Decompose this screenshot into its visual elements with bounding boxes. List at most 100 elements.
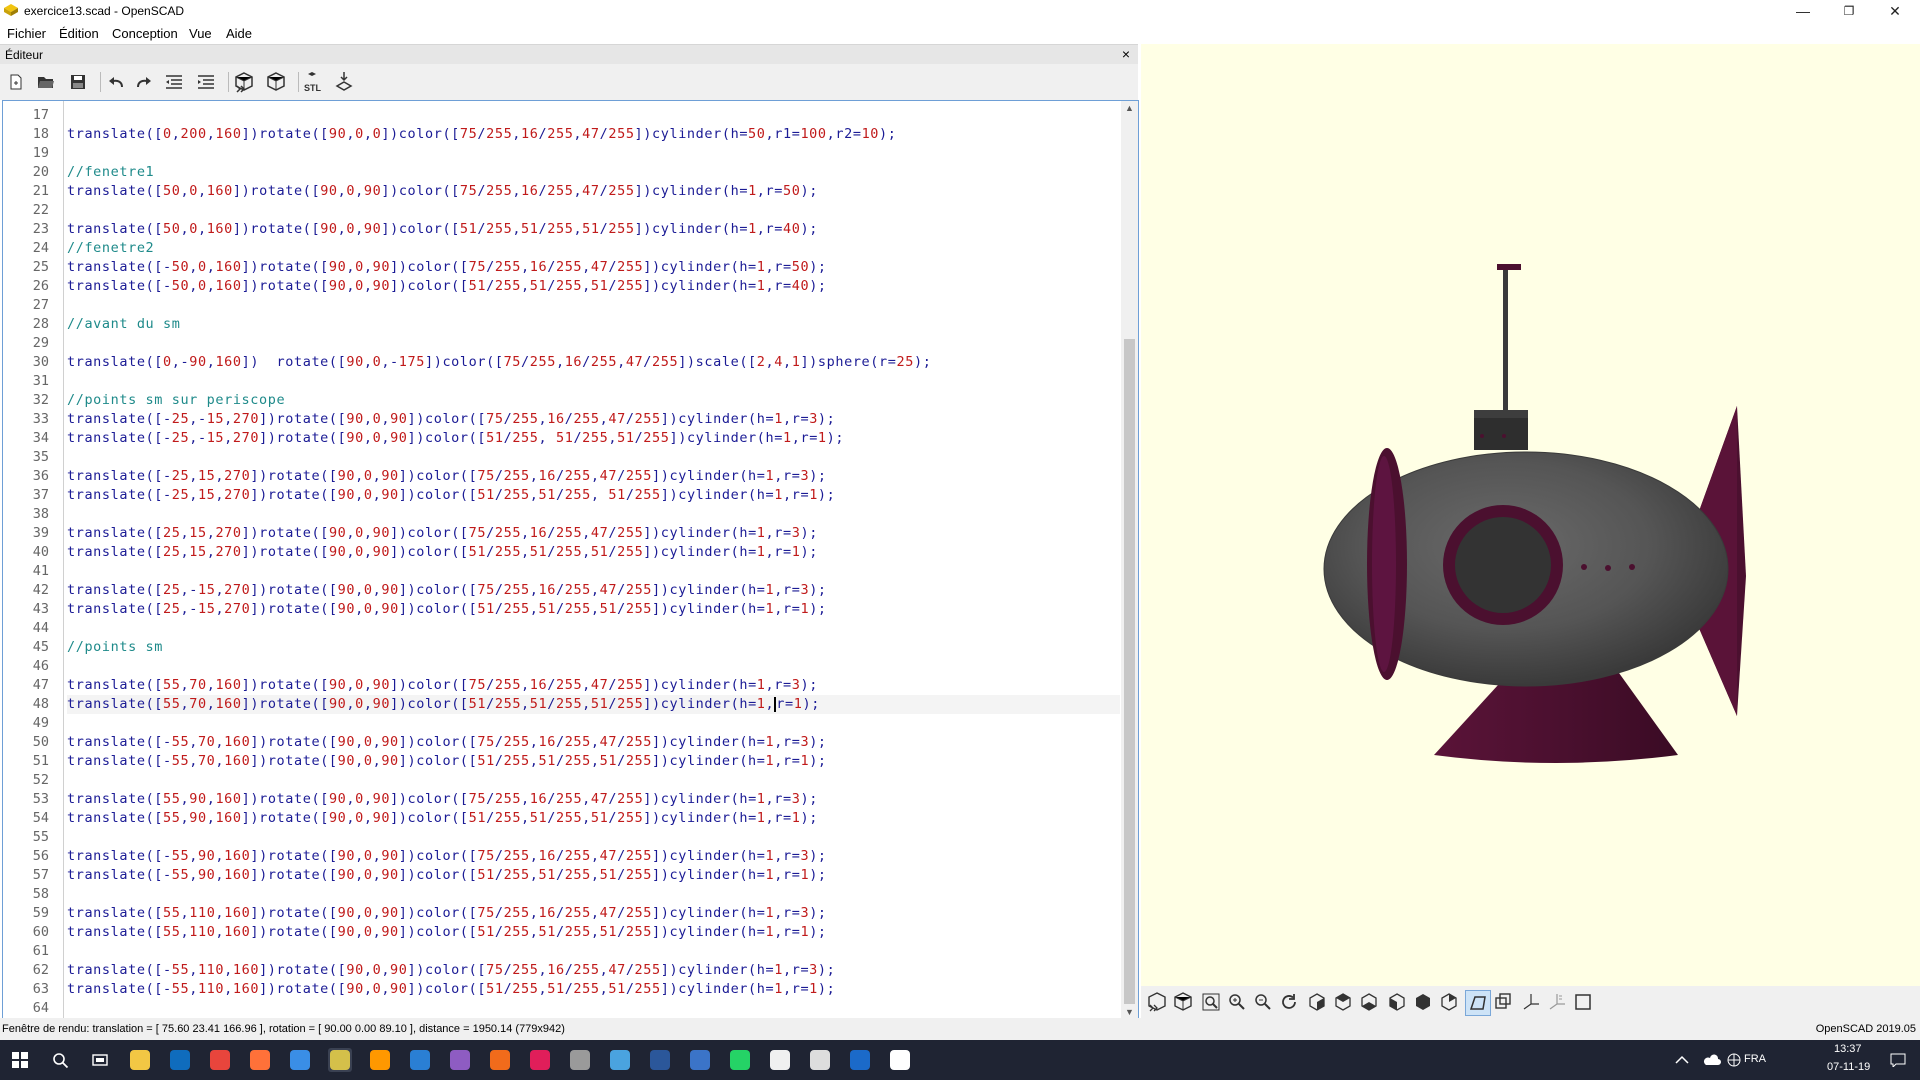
reset-view-icon[interactable] (1277, 990, 1301, 1014)
app-window-icon[interactable] (848, 1048, 872, 1072)
code-line[interactable]: translate([55,70,160])rotate([90,0,90])c… (67, 695, 820, 714)
smiley-app-icon[interactable] (768, 1048, 792, 1072)
app-orange-icon[interactable] (488, 1048, 512, 1072)
code-editor[interactable]: 17 18 19 20 21 22 23 24 25 26 27 28 29 30 31 32 33 34 35 36… (2, 100, 1139, 1020)
undo-icon[interactable] (104, 70, 128, 94)
code-line[interactable]: translate([-55,110,160])rotate([90,0,90]… (67, 980, 835, 999)
code-line[interactable]: translate([50,0,160])rotate([90,0,90])co… (67, 182, 818, 201)
tray-language[interactable]: FRA (1744, 1053, 1766, 1065)
code-line[interactable]: translate([50,0,160])rotate([90,0,90])co… (67, 220, 818, 239)
view-back-icon[interactable] (1437, 990, 1461, 1014)
tray-date[interactable]: 07-11-19 (1827, 1061, 1870, 1073)
windows-start-icon[interactable] (8, 1048, 32, 1072)
menu-edition[interactable]: Édition (59, 26, 99, 41)
code-line[interactable]: translate([25,15,270])rotate([90,0,90])c… (67, 543, 818, 562)
notification-icon[interactable] (1886, 1048, 1910, 1072)
preview-icon[interactable] (232, 70, 256, 94)
preview-icon[interactable] (1145, 990, 1169, 1014)
code-line[interactable]: translate([55,90,160])rotate([90,0,90])c… (67, 790, 818, 809)
code-line[interactable]: translate([55,110,160])rotate([90,0,90])… (67, 923, 827, 942)
view-front-icon[interactable] (1411, 990, 1435, 1014)
chrome-icon[interactable] (208, 1048, 232, 1072)
code-line[interactable]: translate([-55,90,160])rotate([90,0,90])… (67, 847, 827, 866)
slack-icon[interactable] (528, 1048, 552, 1072)
firefox-icon[interactable] (248, 1048, 272, 1072)
openscad-icon[interactable] (328, 1048, 352, 1072)
save-icon[interactable] (66, 70, 90, 94)
code-line[interactable]: translate([25,-15,270])rotate([90,0,90])… (67, 581, 827, 600)
code-line[interactable]: translate([55,110,160])rotate([90,0,90])… (67, 904, 827, 923)
minimize-icon[interactable]: — (1780, 0, 1826, 22)
whatsapp-icon[interactable] (728, 1048, 752, 1072)
code-line[interactable]: translate([0,-90,160]) rotate([90,0,-175… (67, 353, 931, 372)
code-line[interactable]: translate([-55,70,160])rotate([90,0,90])… (67, 733, 827, 752)
file-explorer-icon[interactable] (128, 1048, 152, 1072)
network-icon[interactable] (1722, 1048, 1746, 1072)
vscode-icon[interactable] (408, 1048, 432, 1072)
code-line[interactable]: translate([-25,15,270])rotate([90,0,90])… (67, 467, 827, 486)
word-icon[interactable] (648, 1048, 672, 1072)
view-all-icon[interactable] (1199, 990, 1223, 1014)
render-icon[interactable] (1171, 990, 1195, 1014)
code-line[interactable]: translate([-55,110,160])rotate([90,0,90]… (67, 961, 835, 980)
view-bottom-icon[interactable] (1357, 990, 1381, 1014)
code-line[interactable]: translate([55,70,160])rotate([90,0,90])c… (67, 676, 818, 695)
open-file-icon[interactable] (34, 70, 58, 94)
code-line[interactable]: translate([-55,70,160])rotate([90,0,90])… (67, 752, 827, 771)
code-line[interactable]: translate([-55,90,160])rotate([90,0,90])… (67, 866, 827, 885)
scrollbar-thumb[interactable] (1124, 339, 1135, 1004)
app-cloud-icon[interactable] (608, 1048, 632, 1072)
show-axes-icon[interactable] (1519, 990, 1543, 1014)
view-left-icon[interactable] (1385, 990, 1409, 1014)
editor-close-button[interactable]: × (1122, 46, 1130, 62)
zoom-out-icon[interactable] (1251, 990, 1275, 1014)
code-line[interactable]: translate([25,15,270])rotate([90,0,90])c… (67, 524, 818, 543)
code-line[interactable]: translate([-25,-15,270])rotate([90,0,90]… (67, 410, 835, 429)
zoom-in-icon[interactable] (1225, 990, 1249, 1014)
view-right-icon[interactable] (1305, 990, 1329, 1014)
code-line[interactable]: translate([-25,15,270])rotate([90,0,90])… (67, 486, 835, 505)
code-line[interactable]: translate([-50,0,160])rotate([90,0,90])c… (67, 258, 827, 277)
code-line[interactable]: translate([25,-15,270])rotate([90,0,90])… (67, 600, 827, 619)
view-top-icon[interactable] (1331, 990, 1355, 1014)
indent-icon[interactable] (194, 70, 218, 94)
outlook-icon[interactable] (168, 1048, 192, 1072)
browser-icon[interactable] (288, 1048, 312, 1072)
restore-icon[interactable]: ❐ (1826, 0, 1872, 22)
send-to-print-icon[interactable] (332, 70, 356, 94)
render-viewport[interactable] (1141, 44, 1920, 986)
editor-scrollbar[interactable]: ▲ ▼ (1121, 101, 1138, 1019)
sublime-icon[interactable] (368, 1048, 392, 1072)
search-icon[interactable] (48, 1048, 72, 1072)
new-file-icon[interactable] (4, 70, 28, 94)
show-edges-icon[interactable] (1571, 990, 1595, 1014)
code-line[interactable]: translate([-25,-15,270])rotate([90,0,90]… (67, 429, 844, 448)
show-scale-icon[interactable] (1545, 990, 1569, 1014)
code-line[interactable]: translate([0,200,160])rotate([90,0,0])co… (67, 125, 897, 144)
perspective-icon[interactable] (1465, 990, 1491, 1016)
code-comment-line[interactable]: //fenetre1 (67, 163, 154, 182)
render-icon[interactable] (264, 70, 288, 94)
tray-time[interactable]: 13:37 (1834, 1043, 1862, 1055)
onedrive-icon[interactable] (1700, 1048, 1724, 1072)
tray-chevron-icon[interactable] (1670, 1048, 1694, 1072)
menu-aide[interactable]: Aide (226, 26, 252, 41)
settings-icon[interactable] (888, 1048, 912, 1072)
close-icon[interactable]: ✕ (1872, 0, 1918, 22)
mail-icon[interactable] (808, 1048, 832, 1072)
code-comment-line[interactable]: //points sm sur periscope (67, 391, 285, 410)
code-text-area[interactable]: translate([0,200,160])rotate([90,0,0])co… (67, 101, 1120, 1019)
code-comment-line[interactable]: //fenetre2 (67, 239, 154, 258)
cube-app-icon[interactable] (688, 1048, 712, 1072)
scroll-up-icon[interactable]: ▲ (1121, 103, 1138, 113)
redo-icon[interactable] (132, 70, 156, 94)
code-line[interactable]: translate([-50,0,160])rotate([90,0,90])c… (67, 277, 827, 296)
code-line[interactable]: translate([55,90,160])rotate([90,0,90])c… (67, 809, 818, 828)
menu-conception[interactable]: Conception (112, 26, 178, 41)
task-view-icon[interactable] (88, 1048, 112, 1072)
menu-vue[interactable]: Vue (189, 26, 212, 41)
unindent-icon[interactable] (162, 70, 186, 94)
code-comment-line[interactable]: //points sm (67, 638, 163, 657)
menu-fichier[interactable]: Fichier (7, 26, 46, 41)
scroll-down-icon[interactable]: ▼ (1121, 1007, 1138, 1017)
